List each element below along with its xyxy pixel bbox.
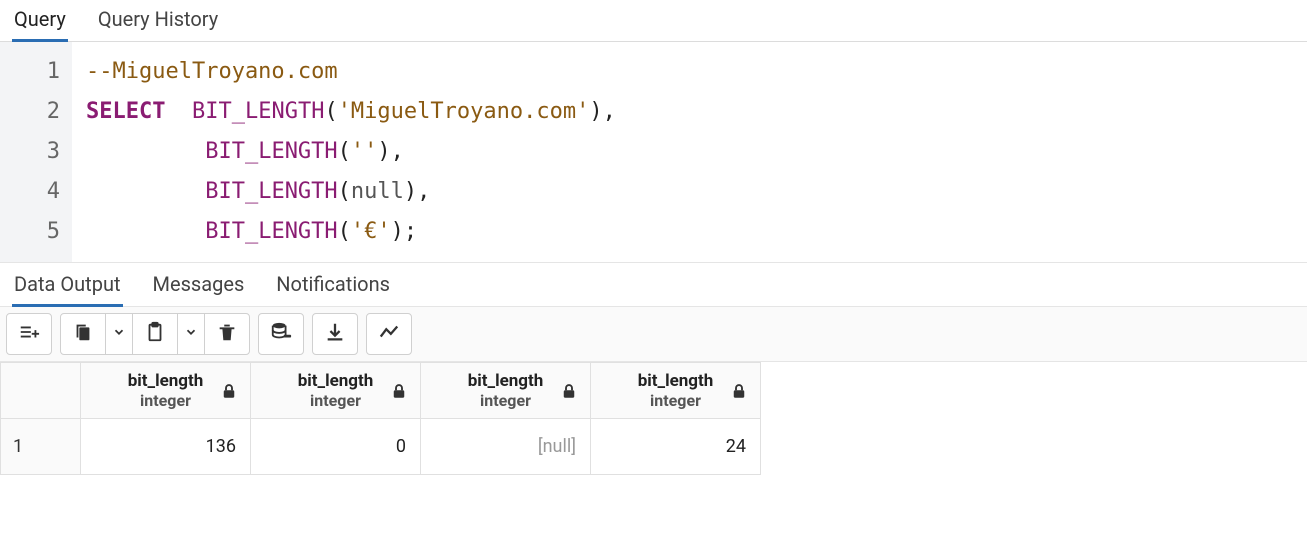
delete-button[interactable]: [205, 314, 249, 354]
data-cell[interactable]: [null]: [421, 419, 591, 475]
column-type: integer: [431, 391, 580, 410]
results-table: bit_length integer bit_length integer bi…: [0, 362, 761, 475]
paste-button[interactable]: [133, 314, 177, 354]
table-row[interactable]: 1 136 0 [null] 24: [1, 419, 761, 475]
clipboard-icon: [144, 321, 166, 347]
tab-notifications[interactable]: Notifications: [274, 264, 392, 306]
line-number: 5: [0, 212, 60, 252]
copy-icon: [72, 321, 94, 347]
chevron-down-icon: [112, 325, 126, 343]
line-gutter: 1 2 3 4 5: [0, 42, 72, 262]
column-header[interactable]: bit_length integer: [81, 363, 251, 419]
tab-query-history[interactable]: Query History: [96, 0, 220, 41]
chevron-down-icon: [184, 325, 198, 343]
lock-icon: [390, 382, 408, 400]
code-line: BIT_LENGTH(''),: [86, 132, 616, 172]
column-header[interactable]: bit_length integer: [251, 363, 421, 419]
lock-icon: [220, 382, 238, 400]
data-cell[interactable]: 136: [81, 419, 251, 475]
column-header[interactable]: bit_length integer: [591, 363, 761, 419]
space-token: [86, 219, 205, 244]
line-number: 2: [0, 92, 60, 132]
sql-editor[interactable]: 1 2 3 4 5 --MiguelTroyano.com SELECT BIT_…: [0, 42, 1307, 263]
lock-icon: [730, 382, 748, 400]
copy-dropdown[interactable]: [106, 314, 132, 354]
download-button[interactable]: [313, 314, 357, 354]
func-token: BIT_LENGTH: [192, 99, 324, 124]
data-cell[interactable]: 24: [591, 419, 761, 475]
func-token: BIT_LENGTH: [205, 139, 337, 164]
code-line: BIT_LENGTH(null),: [86, 172, 616, 212]
string-token: '€': [351, 219, 391, 244]
comment-token: --MiguelTroyano.com: [86, 59, 338, 84]
string-token: '': [351, 139, 378, 164]
space-token: [165, 99, 192, 124]
space-token: [86, 139, 205, 164]
data-cell[interactable]: 0: [251, 419, 421, 475]
row-number-header[interactable]: [1, 363, 81, 419]
paren-token: ),: [589, 99, 616, 124]
copy-button[interactable]: [61, 314, 105, 354]
line-chart-icon: [378, 321, 400, 347]
tab-data-output[interactable]: Data Output: [12, 264, 123, 306]
paren-token: );: [391, 219, 418, 244]
download-icon: [324, 321, 346, 347]
code-line: BIT_LENGTH('€');: [86, 212, 616, 252]
line-number: 1: [0, 52, 60, 92]
column-name: bit_length: [91, 371, 240, 391]
tab-messages[interactable]: Messages: [151, 264, 247, 306]
paren-token: ),: [404, 179, 431, 204]
paren-token: ),: [377, 139, 404, 164]
code-line: SELECT BIT_LENGTH('MiguelTroyano.com'),: [86, 92, 616, 132]
result-tabs: Data Output Messages Notifications: [0, 263, 1307, 307]
save-data-button[interactable]: [259, 314, 303, 354]
graph-button[interactable]: [367, 314, 411, 354]
column-type: integer: [601, 391, 750, 410]
func-token: BIT_LENGTH: [205, 179, 337, 204]
line-number: 4: [0, 172, 60, 212]
code-line: --MiguelTroyano.com: [86, 52, 616, 92]
paren-token: (: [324, 99, 337, 124]
paren-token: (: [338, 139, 351, 164]
results-toolbar: [0, 307, 1307, 362]
paren-token: (: [338, 219, 351, 244]
column-header[interactable]: bit_length integer: [421, 363, 591, 419]
space-token: [86, 179, 205, 204]
code-area[interactable]: --MiguelTroyano.comSELECT BIT_LENGTH('Mi…: [72, 42, 616, 262]
column-name: bit_length: [431, 371, 580, 391]
add-row-button[interactable]: [7, 314, 51, 354]
paren-token: (: [338, 179, 351, 204]
keyword-token: SELECT: [86, 99, 165, 124]
trash-icon: [216, 321, 238, 347]
null-token: null: [351, 179, 404, 204]
line-number: 3: [0, 132, 60, 172]
lock-icon: [560, 382, 578, 400]
row-number[interactable]: 1: [1, 419, 81, 475]
add-row-icon: [18, 321, 40, 347]
tab-query[interactable]: Query: [12, 0, 68, 41]
column-type: integer: [91, 391, 240, 410]
editor-tabs: Query Query History: [0, 0, 1307, 42]
column-name: bit_length: [261, 371, 410, 391]
func-token: BIT_LENGTH: [205, 219, 337, 244]
column-name: bit_length: [601, 371, 750, 391]
database-save-icon: [270, 321, 292, 347]
string-token: 'MiguelTroyano.com': [338, 99, 590, 124]
paste-dropdown[interactable]: [178, 314, 204, 354]
column-type: integer: [261, 391, 410, 410]
